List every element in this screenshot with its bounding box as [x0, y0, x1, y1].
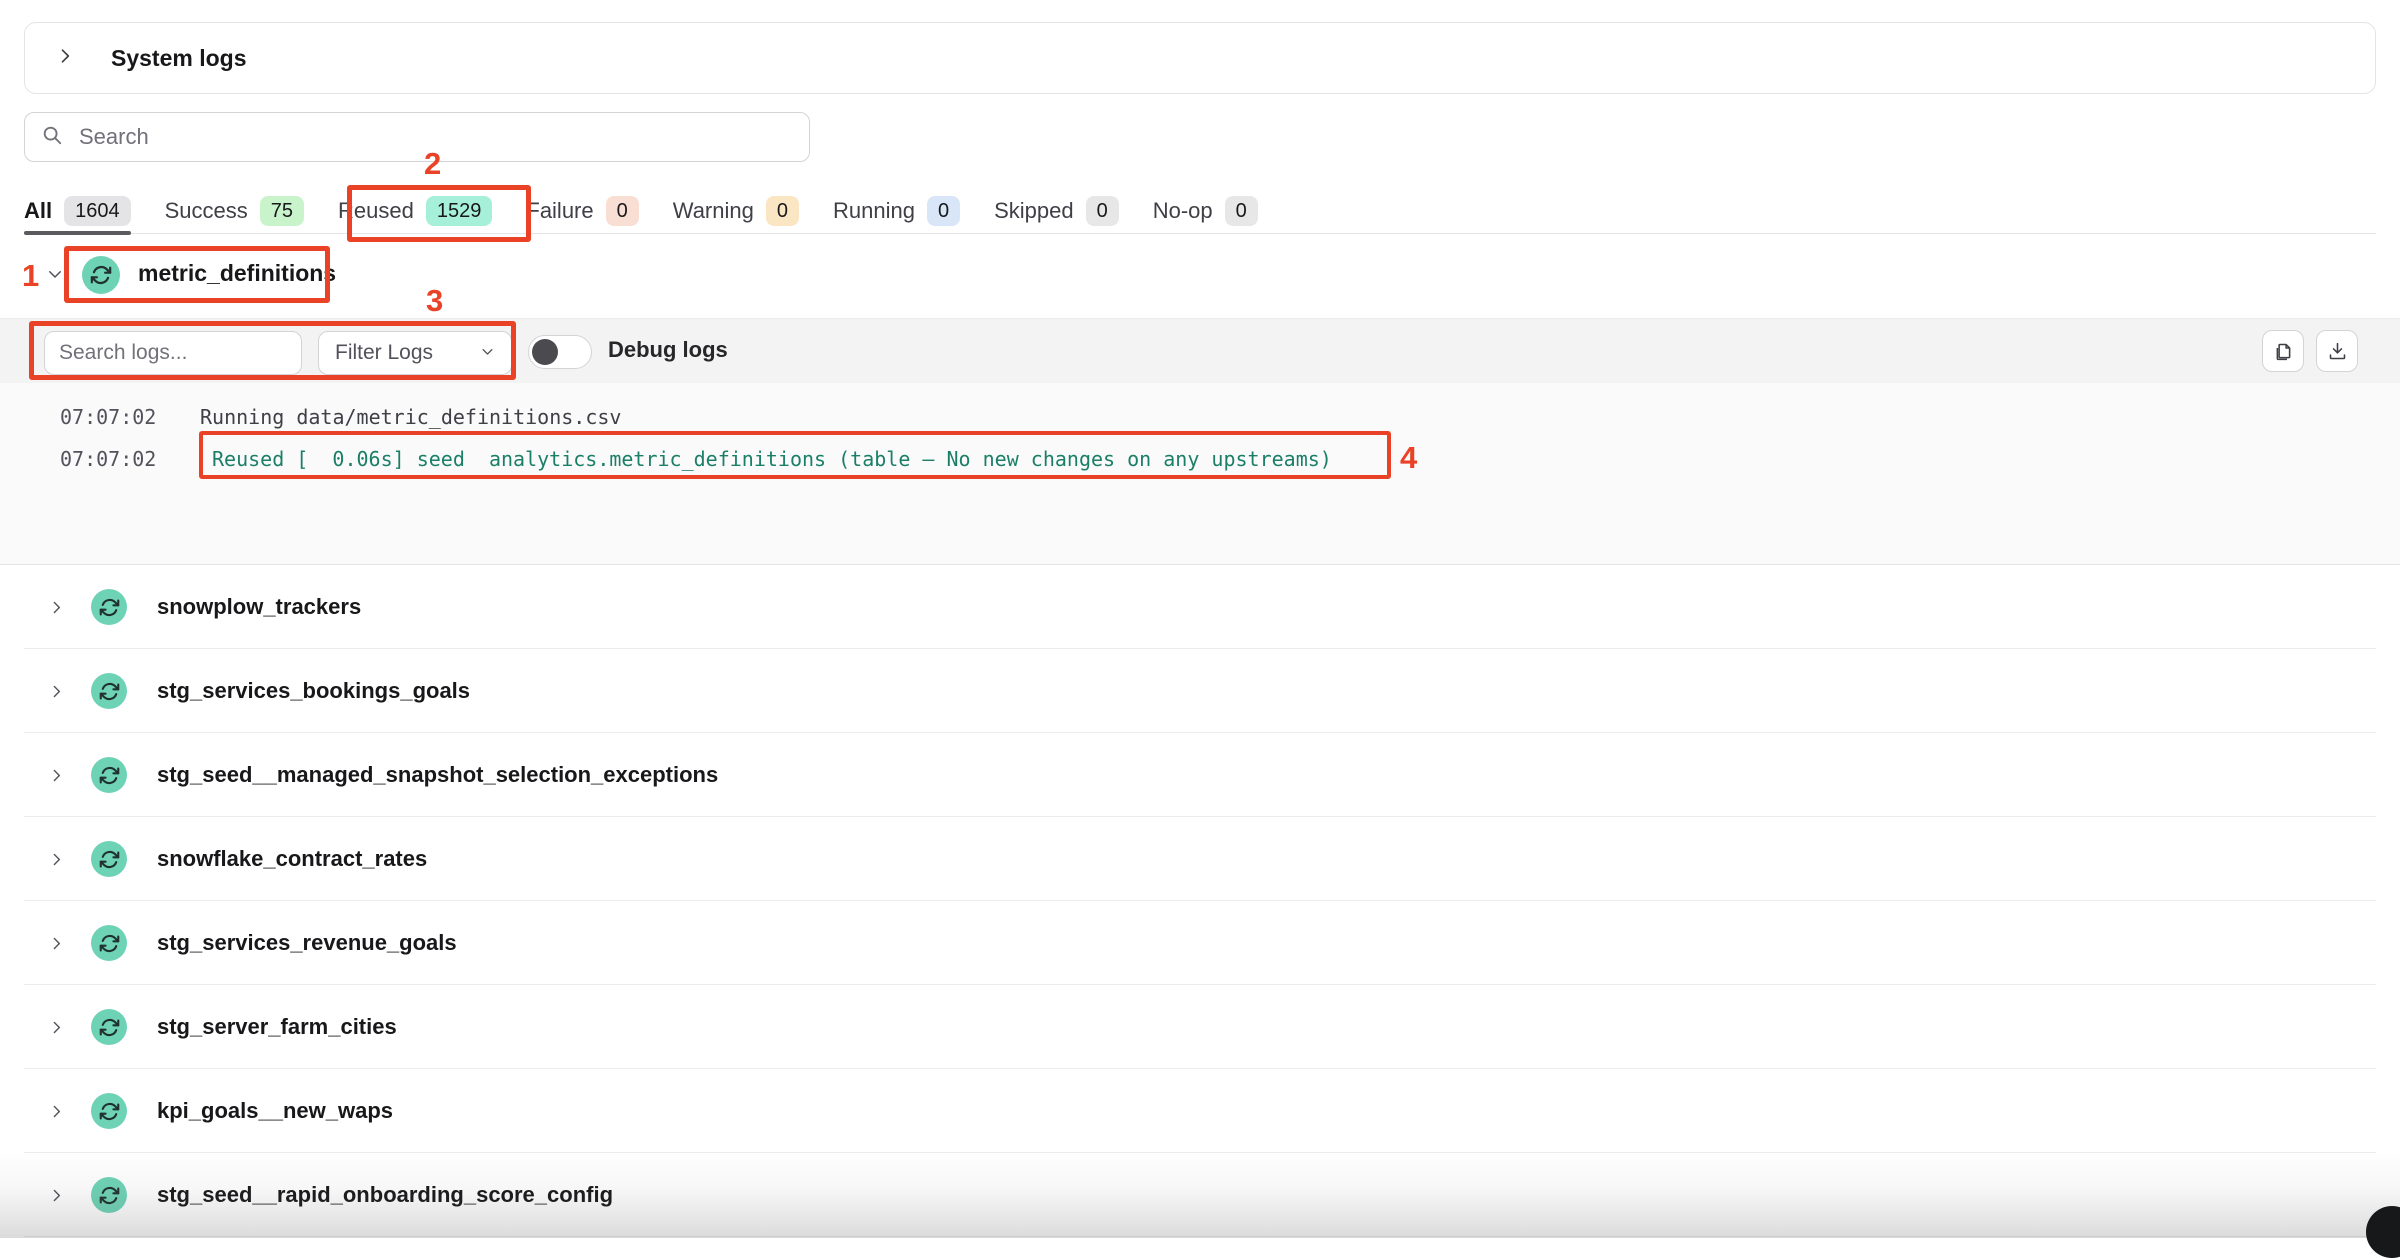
tab-all[interactable]: All 1604	[24, 188, 131, 233]
tab-count-badge: 75	[260, 196, 304, 226]
expanded-item-name: metric_definitions	[138, 260, 336, 287]
tab-running[interactable]: Running 0	[833, 188, 960, 233]
log-item-snowflake-contract-rates[interactable]: snowflake_contract_rates	[0, 817, 2400, 901]
chevron-right-icon	[48, 1019, 65, 1036]
log-text: Running data/metric_definitions.csv	[200, 405, 621, 429]
reused-status-icon	[91, 1009, 127, 1045]
reused-status-icon	[91, 757, 127, 793]
chevron-right-icon	[48, 683, 65, 700]
search-input[interactable]	[77, 123, 793, 151]
item-name: kpi_goals__new_waps	[157, 1098, 393, 1124]
log-item-kpi-goals-new-waps[interactable]: kpi_goals__new_waps	[0, 1069, 2400, 1153]
copy-logs-button[interactable]	[2262, 330, 2304, 372]
system-logs-card: System logs	[24, 22, 2376, 94]
chevron-down-icon	[480, 341, 495, 365]
log-text: Reused [ 0.06s] seed analytics.metric_de…	[212, 447, 1332, 471]
search-icon	[41, 124, 63, 151]
reused-status-icon	[91, 925, 127, 961]
tab-count-badge: 0	[1225, 196, 1258, 226]
search-logs-input[interactable]	[44, 331, 302, 375]
tab-success[interactable]: Success 75	[165, 188, 304, 233]
log-timestamp: 07:07:02	[60, 405, 200, 429]
chevron-down-icon[interactable]	[46, 265, 64, 288]
reused-status-icon	[91, 1177, 127, 1213]
reused-status-icon	[91, 673, 127, 709]
log-timestamp: 07:07:02	[60, 447, 200, 471]
debug-logs-toggle[interactable]	[528, 335, 592, 369]
copy-icon	[2273, 341, 2294, 362]
status-tabs: All 1604 Success 75 Reused 1529 Failure …	[24, 188, 2376, 234]
chevron-right-icon	[48, 1187, 65, 1204]
log-item-stg-services-revenue-goals[interactable]: stg_services_revenue_goals	[0, 901, 2400, 985]
tab-count-badge: 0	[1086, 196, 1119, 226]
reused-status-icon	[91, 589, 127, 625]
log-item-stg-services-bookings-goals[interactable]: stg_services_bookings_goals	[0, 649, 2400, 733]
tab-count-badge: 0	[766, 196, 799, 226]
log-panel: Filter Logs Debug logs 07:07:02 Running …	[0, 318, 2400, 565]
log-items-list: snowplow_trackers stg_services_bookings_…	[0, 565, 2400, 1237]
tab-skipped[interactable]: Skipped 0	[994, 188, 1119, 233]
item-name: snowflake_contract_rates	[157, 846, 427, 872]
tab-count-badge: 1604	[64, 196, 131, 226]
log-item-metric-definitions[interactable]: metric_definitions	[0, 244, 2400, 306]
tab-count-badge: 0	[927, 196, 960, 226]
reused-status-icon	[91, 841, 127, 877]
chevron-right-icon	[48, 599, 65, 616]
filter-logs-dropdown[interactable]: Filter Logs	[318, 331, 512, 375]
tab-count-badge: 1529	[426, 196, 493, 226]
global-search	[24, 112, 810, 162]
chevron-right-icon[interactable]	[55, 46, 75, 71]
download-logs-button[interactable]	[2316, 330, 2358, 372]
log-item-stg-seed-rapid-onboarding-score-config[interactable]: stg_seed__rapid_onboarding_score_config	[0, 1153, 2400, 1237]
item-name: snowplow_trackers	[157, 594, 361, 620]
page-title: System logs	[111, 45, 247, 72]
log-item-stg-seed-managed-snapshot-selection-exceptions[interactable]: stg_seed__managed_snapshot_selection_exc…	[0, 733, 2400, 817]
tab-failure[interactable]: Failure 0	[526, 188, 638, 233]
tab-reused[interactable]: Reused 1529	[338, 188, 492, 233]
chevron-right-icon	[48, 1103, 65, 1120]
download-icon	[2327, 341, 2348, 362]
tab-count-badge: 0	[606, 196, 639, 226]
log-line: 07:07:02 Running data/metric_definitions…	[0, 403, 2400, 431]
tab-noop[interactable]: No-op 0	[1153, 188, 1258, 233]
log-item-stg-server-farm-cities[interactable]: stg_server_farm_cities	[0, 985, 2400, 1069]
chevron-right-icon	[48, 851, 65, 868]
chevron-right-icon	[48, 767, 65, 784]
item-name: stg_seed__managed_snapshot_selection_exc…	[157, 762, 718, 788]
item-name: stg_services_bookings_goals	[157, 678, 470, 704]
log-line-reused: 07:07:02 Reused [ 0.06s] seed analytics.…	[0, 445, 2400, 473]
item-name: stg_services_revenue_goals	[157, 930, 457, 956]
log-item-snowplow-trackers[interactable]: snowplow_trackers	[0, 565, 2400, 649]
chevron-right-icon	[48, 935, 65, 952]
item-name: stg_seed__rapid_onboarding_score_config	[157, 1182, 613, 1208]
reused-status-icon	[91, 1093, 127, 1129]
item-name: stg_server_farm_cities	[157, 1014, 397, 1040]
debug-logs-label: Debug logs	[608, 337, 728, 363]
toggle-knob	[532, 339, 558, 365]
tab-warning[interactable]: Warning 0	[673, 188, 799, 233]
reused-status-icon	[82, 256, 120, 294]
